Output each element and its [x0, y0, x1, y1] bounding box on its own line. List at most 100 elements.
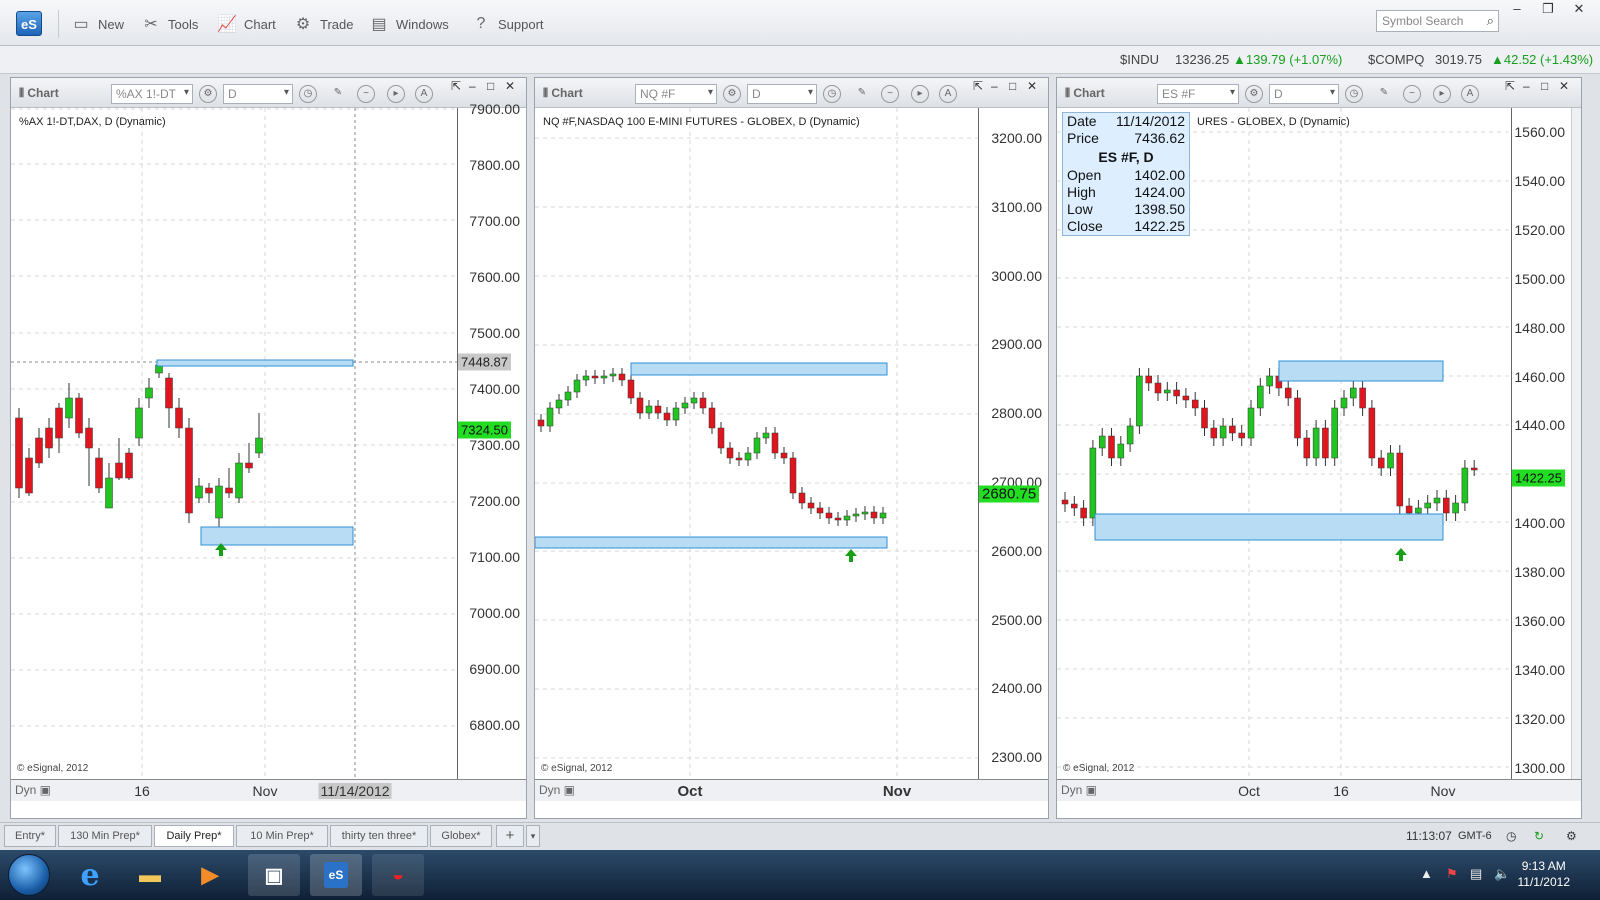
interval-select[interactable]: D [1269, 84, 1339, 104]
candle-body [708, 407, 716, 429]
dyn-label[interactable]: Dyn ▣ [539, 783, 575, 797]
price-plot[interactable]: URES - GLOBEX, D (Dynamic) © eSignal, 20… [1057, 108, 1511, 779]
candle-body [135, 407, 143, 439]
vertical-scrollbar[interactable] [1571, 108, 1581, 779]
y-axis[interactable]: 3200.00 3100.00 3000.00 2900.00 2800.00 2700.… [978, 108, 1048, 779]
pencil-icon[interactable]: ✎ [1375, 85, 1393, 103]
x-axis[interactable]: Dyn ▣ 16 Nov 11/14/2012 [11, 779, 526, 801]
link-icon[interactable]: ⇱ [1505, 79, 1515, 93]
candle-body [15, 417, 23, 489]
chart-button[interactable]: 📈 Chart [216, 12, 276, 36]
symbol-select[interactable]: ES #F [1157, 84, 1239, 104]
app-taskbar-icon[interactable]: ◒ [372, 854, 424, 896]
settings-icon[interactable]: ⚙ [723, 85, 741, 103]
last-price-tag: 1422.25 [1512, 469, 1565, 487]
tray-volume-icon[interactable]: 🔈 [1494, 866, 1510, 882]
play-icon[interactable]: ▸ [911, 85, 929, 103]
window-maximize-icon[interactable]: □ [1009, 79, 1016, 93]
y-axis[interactable]: 1560.00 1540.00 1520.00 1500.00 1480.00 1460.… [1511, 108, 1571, 779]
window-maximize-icon[interactable]: □ [487, 79, 494, 93]
tab-130-min-prep[interactable]: 130 Min Prep* [58, 825, 152, 847]
price-plot[interactable]: NQ #F,NASDAQ 100 E-MINI FUTURES - GLOBEX… [534, 108, 978, 779]
folder-icon[interactable]: ▬ [124, 854, 176, 896]
x-axis[interactable]: Dyn ▣ Oct Nov [535, 779, 1048, 801]
media-player-icon[interactable]: ▶ [184, 854, 236, 896]
interval-select[interactable]: D [223, 84, 293, 104]
esignal-taskbar-icon[interactable]: eS [310, 854, 362, 896]
new-button[interactable]: ▭ New [70, 12, 124, 36]
alert-icon[interactable]: A [1461, 85, 1479, 103]
settings-icon[interactable]: ⚙ [199, 85, 217, 103]
clock-status-icon[interactable]: ◷ [1506, 829, 1516, 843]
candle-body [25, 457, 33, 494]
settings-status-icon[interactable]: ⚙ [1566, 829, 1577, 843]
dyn-label[interactable]: Dyn ▣ [15, 783, 51, 797]
window-close-icon[interactable]: ✕ [1027, 79, 1037, 93]
y-axis[interactable]: 7900.00 7800.00 7700.00 7600.00 7500.00 7400.… [457, 101, 526, 779]
y-tick-label: 1460.00 [1514, 368, 1565, 385]
window-minimize-icon[interactable]: – [469, 79, 476, 93]
tray-flag-icon[interactable]: ⚑ [1446, 866, 1458, 882]
interval-select[interactable]: D [747, 84, 817, 104]
connection-icon[interactable]: ↻ [1534, 829, 1544, 843]
draw-curve-icon[interactable]: ~ [357, 85, 375, 103]
restore-icon[interactable]: ❐ [1535, 2, 1561, 18]
tab-10-min-prep[interactable]: 10 Min Prep* [236, 825, 328, 847]
play-icon[interactable]: ▸ [1433, 85, 1451, 103]
clock-icon[interactable]: ◷ [1345, 85, 1363, 103]
internet-explorer-icon[interactable]: e [64, 854, 116, 896]
taskbar-clock[interactable]: 9:13 AM 11/1/2012 [1518, 858, 1571, 890]
candle-body [870, 511, 878, 519]
ticker-compq-symbol[interactable]: $COMPQ [1368, 52, 1424, 67]
tray-expand-icon[interactable]: ▲ [1420, 866, 1433, 881]
pencil-icon[interactable]: ✎ [853, 85, 871, 103]
alert-icon[interactable]: A [939, 85, 957, 103]
ticker-indu-last: 13236.25 [1175, 52, 1230, 67]
play-icon[interactable]: ▸ [387, 85, 405, 103]
tray-network-icon[interactable]: ▤ [1470, 866, 1482, 882]
chart-svg[interactable] [534, 108, 978, 779]
search-icon[interactable]: ⌕ [1487, 13, 1494, 29]
x-axis[interactable]: Dyn ▣ Oct 16 Nov [1057, 779, 1581, 801]
symbol-select[interactable]: %AX 1!-DT [111, 84, 193, 104]
info-value: 1422.25 [1134, 218, 1185, 234]
close-icon[interactable]: ✕ [1566, 2, 1592, 18]
copyright: © eSignal, 2012 [17, 763, 89, 774]
candle-body [762, 432, 770, 439]
chart-svg[interactable] [11, 108, 457, 779]
symbol-select[interactable]: NQ #F [635, 84, 717, 104]
window-minimize-icon[interactable]: – [1523, 79, 1530, 93]
price-plot[interactable]: %AX 1!-DT,DAX, D (Dynamic) © eSignal, 20… [11, 108, 457, 779]
minimize-icon[interactable]: – [1504, 2, 1530, 18]
draw-curve-icon[interactable]: ~ [1403, 85, 1421, 103]
window-close-icon[interactable]: ✕ [505, 79, 515, 93]
tab-thirty-ten-three[interactable]: thirty ten three* [330, 825, 428, 847]
tools-button[interactable]: ✂ Tools [140, 12, 198, 36]
remote-desktop-icon[interactable]: ▣ [248, 854, 300, 896]
link-icon[interactable]: ⇱ [451, 79, 461, 93]
esignal-logo[interactable]: eS [16, 11, 42, 36]
add-tab-button[interactable]: + [496, 825, 524, 847]
windows-button[interactable]: ▤ Windows [368, 12, 448, 36]
draw-curve-icon[interactable]: ~ [881, 85, 899, 103]
window-maximize-icon[interactable]: □ [1541, 79, 1548, 93]
window-minimize-icon[interactable]: – [991, 79, 998, 93]
tab-daily-prep[interactable]: Daily Prep* [154, 825, 234, 847]
dyn-label[interactable]: Dyn ▣ [1061, 783, 1097, 797]
clock-icon[interactable]: ◷ [823, 85, 841, 103]
support-button[interactable]: ? Support [470, 12, 544, 36]
window-close-icon[interactable]: ✕ [1559, 79, 1569, 93]
trade-button[interactable]: ⚙ Trade [292, 12, 354, 36]
start-button[interactable] [8, 854, 50, 896]
candle-body [609, 373, 617, 377]
tab-entry[interactable]: Entry* [4, 825, 56, 847]
tab-globex[interactable]: Globex* [430, 825, 492, 847]
symbol-search-input[interactable]: Symbol Search ⌕ [1376, 10, 1499, 32]
tab-dropdown-icon[interactable]: ▾ [526, 825, 540, 847]
clock-icon[interactable]: ◷ [299, 85, 317, 103]
settings-icon[interactable]: ⚙ [1245, 85, 1263, 103]
alert-icon[interactable]: A [415, 85, 433, 103]
ticker-indu-symbol[interactable]: $INDU [1120, 52, 1159, 67]
pencil-icon[interactable]: ✎ [329, 85, 347, 103]
link-icon[interactable]: ⇱ [973, 79, 983, 93]
